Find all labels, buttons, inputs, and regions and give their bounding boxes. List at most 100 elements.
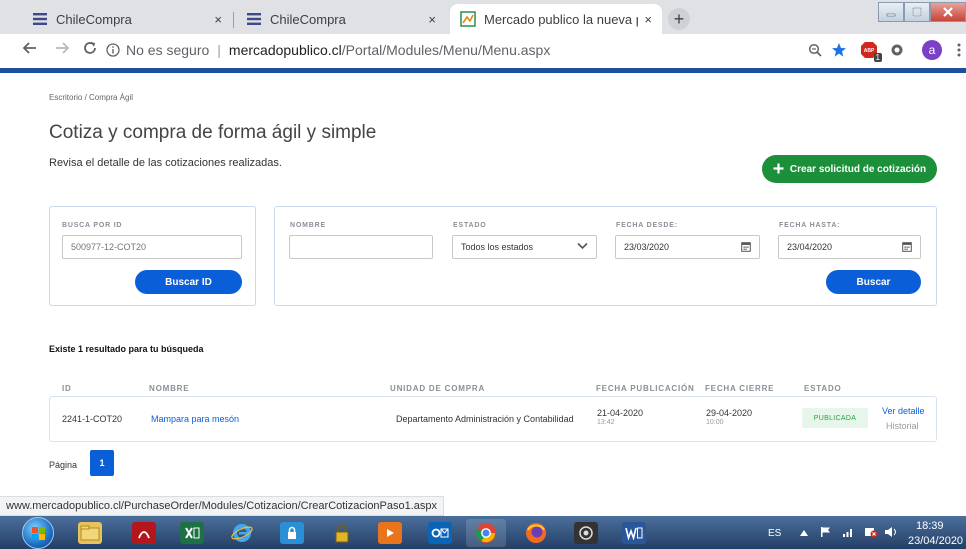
chevron-down-icon (577, 241, 588, 253)
profile-initial: a (928, 43, 936, 57)
clock-time[interactable]: 18:39 (916, 520, 944, 532)
tray-expand-icon[interactable] (800, 528, 808, 539)
name-filter-input[interactable] (289, 235, 433, 259)
security-label: No es seguro (126, 42, 210, 58)
media-player-icon[interactable] (370, 519, 410, 547)
address-host: mercadopublico.cl (228, 42, 342, 58)
tab-divider (233, 12, 234, 28)
word-icon[interactable] (614, 519, 654, 547)
power-warning-icon[interactable] (864, 524, 878, 541)
search-button[interactable]: Buscar (826, 270, 921, 294)
create-quotation-label: Crear solicitud de cotización (789, 163, 927, 175)
breadcrumb[interactable]: Escritorio / Compra Ágil (49, 93, 133, 102)
date-to-label: FECHA HASTA: (779, 222, 841, 229)
forward-arrow-icon[interactable] (52, 40, 72, 61)
browser-tab-2[interactable]: ChileCompra × (236, 4, 446, 34)
volume-icon[interactable] (884, 526, 898, 541)
column-header-id: ID (62, 384, 72, 393)
name-filter-label: NOMBRE (290, 222, 326, 229)
column-header-publication-date: FECHA PUBLICACIÓN (596, 384, 695, 393)
window-maximize-button[interactable] (904, 2, 930, 22)
tab-title: ChileCompra (56, 11, 132, 27)
calendar-icon[interactable] (741, 241, 751, 255)
date-from-label: FECHA DESDE: (616, 222, 678, 229)
flag-icon[interactable] (820, 526, 832, 541)
reload-icon[interactable] (80, 40, 100, 61)
date-to-input[interactable]: 23/04/2020 (778, 235, 921, 259)
calendar-icon[interactable] (902, 241, 912, 255)
window-close-button[interactable] (930, 2, 966, 22)
row-close-time: 10:00 (706, 419, 724, 426)
results-count: Existe 1 resultado para tu búsqueda (49, 344, 204, 354)
create-quotation-button[interactable]: Crear solicitud de cotización (762, 155, 937, 183)
profile-avatar[interactable]: a (922, 40, 942, 60)
back-arrow-icon[interactable] (20, 40, 40, 61)
security-app-icon[interactable] (272, 519, 312, 547)
row-id: 2241-1-COT20 (62, 414, 123, 424)
camera-app-icon[interactable] (566, 519, 606, 547)
address-path: /Portal/Modules/Menu/Menu.aspx (341, 42, 551, 58)
extension-circle-icon[interactable] (888, 41, 906, 59)
clock-date[interactable]: 23/04/2020 (908, 535, 963, 547)
pdf-reader-icon[interactable] (124, 519, 164, 547)
chilecompra-favicon-icon (32, 11, 48, 27)
bookmark-star-icon[interactable] (830, 41, 848, 59)
status-badge: PUBLICADA (802, 408, 868, 428)
close-tab-icon[interactable]: × (214, 12, 222, 27)
address-divider: | (217, 42, 221, 58)
browser-tab-3[interactable]: Mercado publico la nueva platafo × (450, 4, 662, 34)
tab-title: ChileCompra (270, 11, 346, 27)
tab-title: Mercado publico la nueva platafo (484, 11, 638, 27)
search-id-label: BUSCA POR ID (62, 222, 123, 229)
network-signal-icon[interactable] (842, 526, 854, 541)
info-icon[interactable] (106, 43, 120, 57)
plus-icon (773, 161, 784, 178)
outlook-icon[interactable] (420, 519, 460, 547)
date-from-value: 23/03/2020 (624, 242, 670, 252)
column-header-status: ESTADO (804, 384, 842, 393)
internet-explorer-icon[interactable] (222, 519, 262, 547)
mercado-publico-favicon-icon (460, 11, 476, 27)
row-publication-date: 21-04-2020 (597, 408, 644, 418)
date-from-input[interactable]: 23/03/2020 (615, 235, 760, 259)
chrome-icon[interactable] (466, 519, 506, 547)
page-title: Cotiza y compra de forma ágil y simple (49, 122, 377, 143)
column-header-close-date: FECHA CIERRE (705, 384, 775, 393)
row-name-link[interactable]: Mampara para mesón (151, 414, 239, 424)
date-to-value: 23/04/2020 (787, 242, 833, 252)
status-filter-label: ESTADO (453, 222, 487, 229)
page-button-1[interactable]: 1 (90, 450, 114, 476)
firefox-icon[interactable] (516, 519, 556, 547)
zoom-icon[interactable] (806, 41, 824, 59)
address-bar[interactable]: No es seguro | mercadopublico.cl /Portal… (106, 39, 846, 61)
row-publication-time: 13:42 (597, 419, 615, 426)
row-close-date: 29-04-2020 (706, 408, 753, 418)
search-id-input[interactable] (62, 235, 242, 259)
history-link[interactable]: Historial (886, 421, 919, 431)
close-tab-icon[interactable]: × (644, 12, 652, 27)
file-explorer-icon[interactable] (70, 519, 110, 547)
browser-tab-1[interactable]: ChileCompra × (22, 4, 232, 34)
new-tab-button[interactable]: + (668, 8, 690, 30)
close-tab-icon[interactable]: × (428, 12, 436, 27)
search-id-button[interactable]: Buscar ID (135, 270, 242, 294)
window-minimize-button[interactable] (878, 2, 904, 22)
language-indicator[interactable]: ES (768, 528, 781, 539)
start-button[interactable] (22, 517, 54, 549)
status-filter-value: Todos los estados (461, 242, 534, 252)
status-filter-select[interactable]: Todos los estados (452, 235, 597, 259)
view-detail-link[interactable]: Ver detalle (882, 406, 925, 416)
pager-label: Página (49, 460, 78, 470)
row-unit: Departamento Administración y Contabilid… (396, 414, 574, 424)
chrome-menu-icon[interactable] (954, 41, 964, 59)
adblock-extension-icon[interactable]: ABP 1 (858, 41, 882, 62)
chilecompra-favicon-icon (246, 11, 262, 27)
column-header-name: NOMBRE (149, 384, 190, 393)
lock-app-icon[interactable] (322, 519, 362, 547)
column-header-unit: UNIDAD DE COMPRA (390, 384, 486, 393)
site-header-bar (0, 68, 966, 73)
browser-status-url: www.mercadopublico.cl/PurchaseOrder/Modu… (0, 496, 445, 516)
excel-icon[interactable] (172, 519, 212, 547)
page-subtitle: Revisa el detalle de las cotizaciones re… (49, 157, 282, 169)
extension-count-badge: 1 (873, 53, 882, 62)
